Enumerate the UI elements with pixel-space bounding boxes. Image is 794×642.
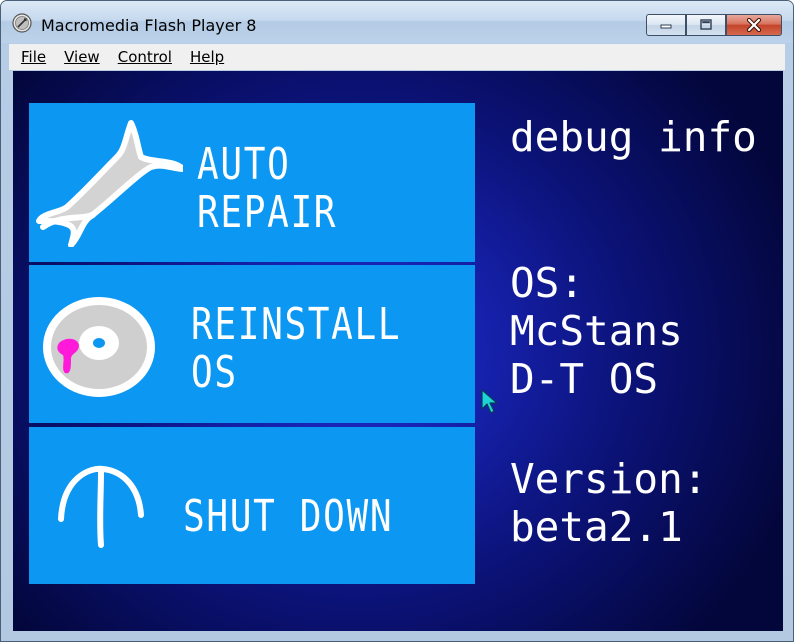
wrench-icon: [36, 120, 183, 247]
menu-control-label: Control: [117, 48, 172, 66]
maximize-button[interactable]: [686, 14, 726, 36]
auto-repair-button[interactable]: AUTO REPAIR: [29, 103, 475, 262]
close-icon: [746, 18, 762, 32]
menu-view-label: View: [64, 48, 100, 66]
minimize-icon: [660, 24, 672, 29]
flash-player-window: Macromedia Flash Player 8 File View Cont…: [0, 0, 794, 642]
disc-icon: [43, 297, 155, 397]
shut-down-label: SHUT DOWN: [183, 491, 394, 542]
menu-help[interactable]: Help: [184, 48, 230, 66]
menu-bar: File View Control Help: [9, 44, 785, 70]
reinstall-os-label: REINSTALL OS: [191, 299, 402, 398]
mouse-cursor-icon: [481, 389, 498, 414]
menu-help-label: Help: [189, 48, 225, 66]
auto-repair-label: AUTO REPAIR: [197, 139, 338, 238]
reinstall-os-button[interactable]: REINSTALL OS: [29, 265, 475, 423]
menu-control[interactable]: Control: [112, 48, 178, 66]
os-label: OS:: [510, 259, 585, 307]
minimize-button[interactable]: [646, 14, 686, 36]
shut-down-button[interactable]: SHUT DOWN: [29, 427, 475, 584]
version-value: beta2.1: [510, 503, 683, 551]
title-bar[interactable]: Macromedia Flash Player 8: [1, 1, 793, 43]
menu-file[interactable]: File: [9, 48, 52, 66]
os-value: McStans D-T OS: [510, 307, 683, 403]
version-label: Version:: [510, 455, 708, 503]
flash-stage: AUTO REPAIR REINSTALL OS SHUT DOWN debug…: [13, 71, 783, 631]
umbrella-handle-icon: [58, 465, 144, 548]
debug-heading: debug info: [510, 113, 757, 161]
menu-view[interactable]: View: [58, 48, 106, 66]
maximize-icon: [700, 19, 712, 30]
close-button[interactable]: [726, 14, 782, 36]
menu-file-label: File: [21, 48, 47, 66]
flash-player-icon: [12, 13, 32, 33]
window-title: Macromedia Flash Player 8: [41, 16, 257, 35]
